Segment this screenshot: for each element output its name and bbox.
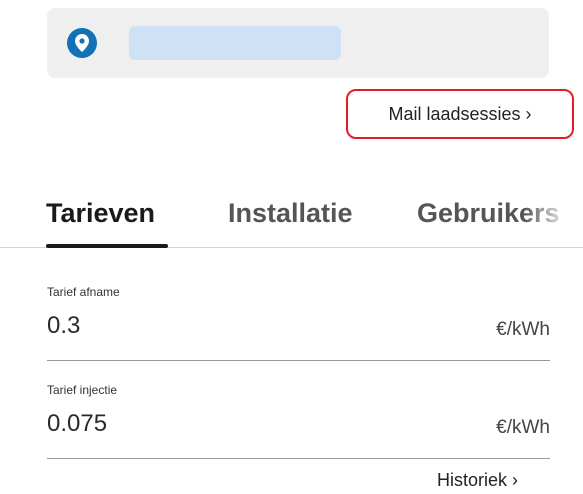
field-unit: €/kWh (496, 319, 550, 340)
tariff-injection-input[interactable] (47, 410, 407, 438)
tab-tarieven[interactable]: Tarieven (46, 198, 155, 229)
charger-settings-page: Mail laadsessies › Tarieven Installatie … (0, 0, 583, 494)
location-card (47, 8, 549, 78)
field-label: Tarief injectie (47, 383, 118, 397)
tab-fade (352, 186, 392, 246)
location-pin-icon (67, 28, 97, 58)
mail-sessions-label: Mail laadsessies › (388, 103, 532, 124)
mail-sessions-button[interactable]: Mail laadsessies › (346, 89, 574, 139)
tab-gebruikers[interactable]: Gebruikers (417, 198, 560, 229)
address-placeholder (129, 26, 341, 60)
tariff-injection-field: Tarief injectie €/kWh (47, 383, 550, 459)
active-tab-indicator (46, 244, 168, 248)
tariff-consumption-input[interactable] (47, 312, 407, 340)
field-unit: €/kWh (496, 417, 550, 438)
field-label: Tarief afname (47, 285, 120, 299)
tab-installatie[interactable]: Installatie (228, 198, 353, 229)
history-link[interactable]: Historiek › (437, 470, 518, 491)
tariff-consumption-field: Tarief afname €/kWh (47, 285, 550, 361)
tab-bar: Tarieven Installatie Gebruikers (0, 186, 583, 248)
